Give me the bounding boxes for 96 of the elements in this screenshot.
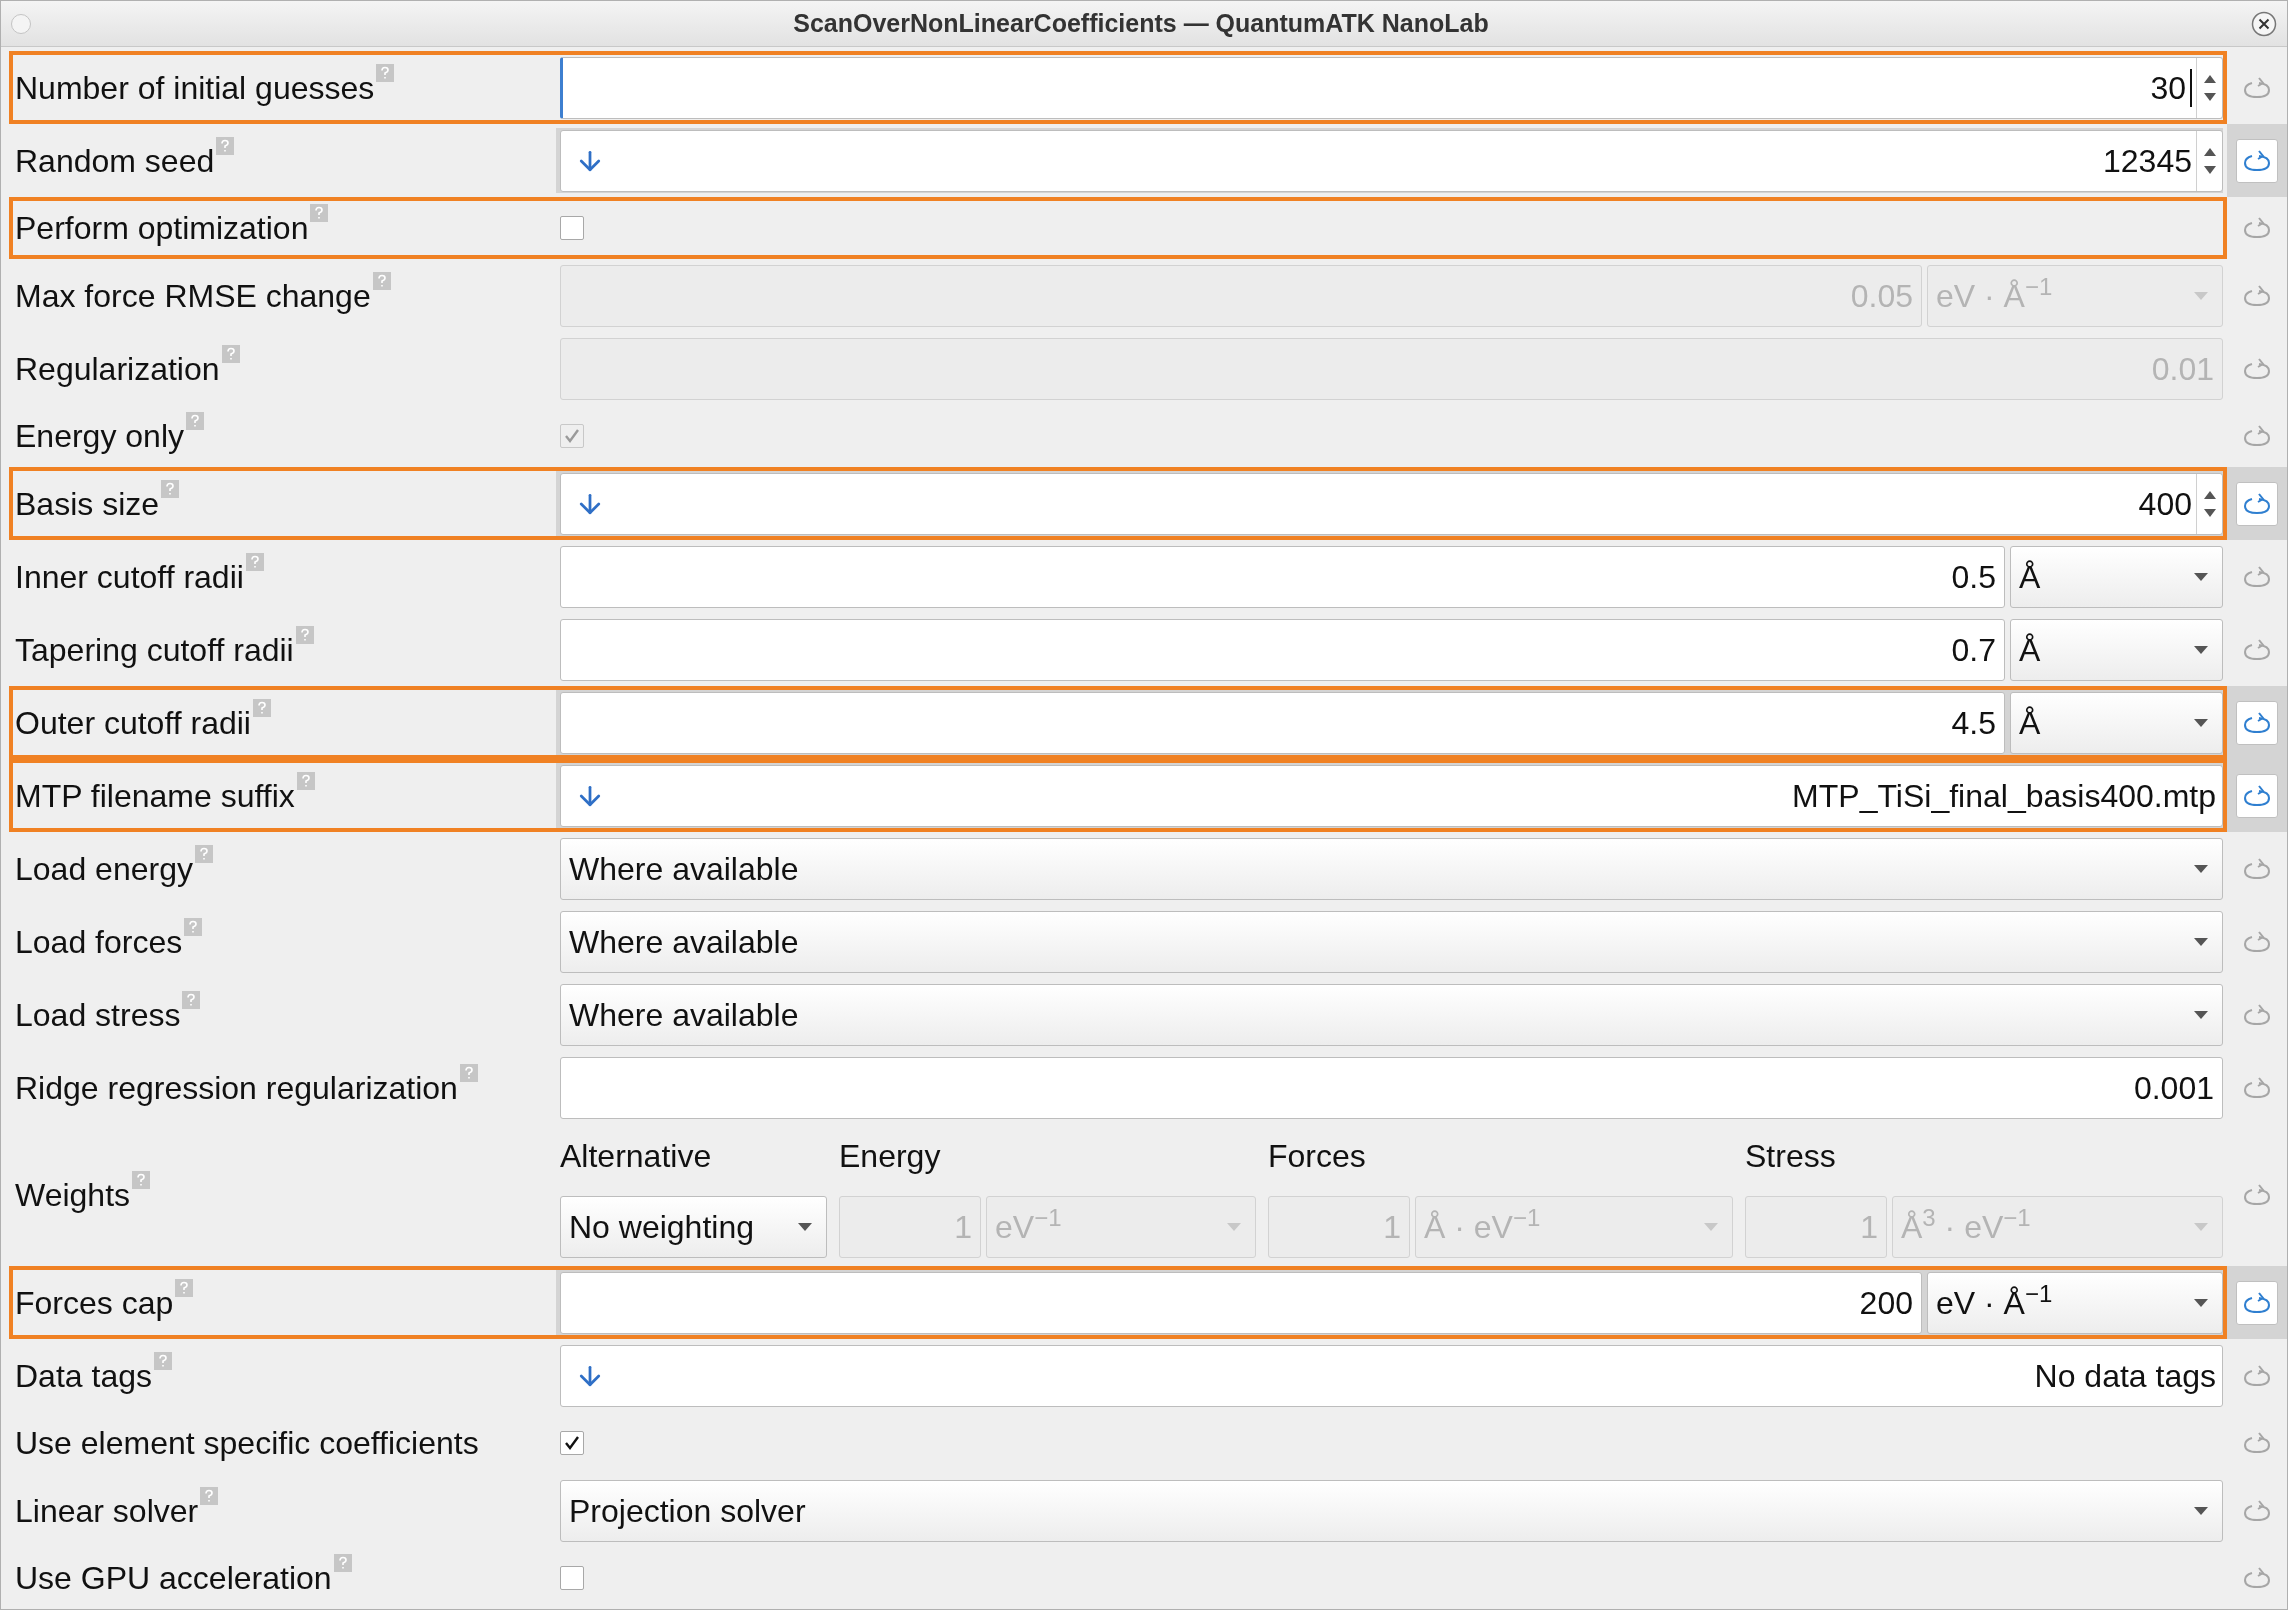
checkmark-icon	[563, 427, 581, 445]
help-icon[interactable]	[194, 844, 213, 863]
help-icon[interactable]	[200, 1486, 219, 1505]
caret-icon	[2194, 937, 2208, 946]
field-label: Basis size	[15, 484, 160, 524]
window-title: ScanOverNonLinearCoefficients — QuantumATK NanoLab	[793, 7, 1489, 39]
field-label: Use element specific coefficients	[15, 1424, 479, 1463]
caret-icon	[2194, 291, 2208, 300]
caret-icon	[798, 1223, 812, 1231]
caret-icon	[1227, 1223, 1241, 1231]
number-field[interactable]: 4.5	[560, 691, 2005, 754]
field-label: Ridge regression regularization	[15, 1068, 458, 1108]
help-icon[interactable]	[252, 698, 271, 717]
help-icon[interactable]	[184, 917, 203, 936]
checkbox[interactable]	[560, 1431, 584, 1455]
help-icon[interactable]	[175, 1278, 194, 1297]
help-icon[interactable]	[296, 771, 315, 790]
unit-dropdown[interactable]: eV · Å$^{−1}$	[1927, 1271, 2223, 1334]
number-field[interactable]: 200	[560, 1271, 1922, 1334]
field-label: Linear solver	[15, 1491, 199, 1531]
field-label: Random seed	[15, 141, 215, 181]
column-header: Forces	[1268, 1137, 1367, 1176]
field-label: Energy only	[15, 417, 184, 456]
reset-icon	[2242, 1430, 2272, 1456]
number-field[interactable]: 400	[560, 472, 2223, 535]
checkbox[interactable]	[560, 216, 584, 240]
reset-button[interactable]	[2236, 138, 2278, 183]
caret-icon	[2194, 1010, 2208, 1019]
unit-dropdown[interactable]: Å	[2010, 691, 2223, 754]
field-label: Perform optimization	[15, 209, 309, 248]
number-field[interactable]: 0.001	[560, 1056, 2223, 1119]
number-field[interactable]: 0.7	[560, 618, 2005, 681]
caret-icon	[2194, 572, 2208, 581]
caret-icon	[2194, 645, 2208, 654]
field-label: Max force RMSE change	[15, 276, 371, 316]
text-field[interactable]: No data tags	[560, 1344, 2223, 1407]
help-icon[interactable]	[161, 479, 180, 498]
text-field[interactable]: MTP_TiSi_final_basis400.mtp	[560, 764, 2223, 827]
caret-icon	[2194, 864, 2208, 873]
help-icon[interactable]	[333, 1554, 352, 1572]
field-label: MTP filename suffix	[15, 776, 295, 816]
field-label: Outer cutoff radii	[15, 703, 251, 743]
checkbox[interactable]	[560, 1566, 584, 1590]
number-field[interactable]: 30	[560, 56, 2223, 119]
reset-icon	[2242, 423, 2272, 449]
reset-button[interactable]	[2236, 773, 2278, 818]
caret-icon	[2194, 1298, 2208, 1307]
dropdown[interactable]: Where available	[560, 837, 2223, 900]
reset-button[interactable]	[2236, 1280, 2278, 1325]
reset-icon	[2242, 1565, 2272, 1591]
column-header: Stress	[1745, 1137, 1837, 1176]
unit-dropdown[interactable]: Å	[2010, 618, 2223, 681]
help-icon[interactable]	[153, 1351, 172, 1370]
reset-icon	[2242, 1182, 2272, 1208]
field-label: Load stress	[15, 995, 181, 1035]
reset-button[interactable]	[2242, 1430, 2272, 1456]
reset-button[interactable]	[2236, 700, 2278, 745]
caret-icon	[2194, 1223, 2208, 1231]
reset-button[interactable]	[2242, 1565, 2272, 1591]
close-icon[interactable]	[2251, 10, 2277, 37]
field-label: Load forces	[15, 922, 183, 962]
field-label: Number of initial guesses	[15, 68, 375, 108]
help-icon[interactable]	[182, 990, 201, 1009]
reset-icon	[2242, 215, 2272, 241]
caret-icon	[2194, 718, 2208, 727]
column-header: Alternative	[560, 1137, 713, 1176]
field-label: Tapering cutoff radii	[15, 630, 294, 670]
reset-button[interactable]	[2236, 481, 2278, 526]
help-icon[interactable]	[459, 1063, 478, 1082]
checkmark-icon	[563, 1434, 581, 1452]
dropdown[interactable]: Projection solver	[560, 1479, 2223, 1542]
dropdown[interactable]: Where available	[560, 910, 2223, 973]
number-field[interactable]: 12345	[560, 129, 2223, 192]
field-label: Inner cutoff radii	[15, 557, 244, 597]
help-icon[interactable]	[216, 136, 235, 155]
reset-button[interactable]	[2242, 1182, 2272, 1208]
column-header: Energy	[839, 1137, 942, 1176]
help-icon[interactable]	[376, 63, 395, 82]
help-icon[interactable]	[295, 625, 314, 644]
help-icon[interactable]	[245, 552, 264, 571]
unit-dropdown[interactable]: Å	[2010, 545, 2223, 608]
field-label: Weights	[15, 1176, 130, 1215]
dropdown[interactable]: No weighting	[560, 1196, 827, 1258]
field-label: Forces cap	[15, 1283, 174, 1323]
caret-icon	[1704, 1223, 1718, 1231]
field-label: Load energy	[15, 849, 193, 889]
dropdown[interactable]: Where available	[560, 983, 2223, 1046]
help-icon[interactable]	[310, 204, 329, 222]
text-cursor	[2190, 68, 2192, 107]
reset-button[interactable]	[2242, 215, 2272, 241]
field-label: Data tags	[15, 1356, 152, 1396]
help-icon[interactable]	[132, 1171, 150, 1189]
field-label: Regularization	[15, 349, 220, 389]
field-label: Use GPU acceleration	[15, 1559, 332, 1598]
caret-icon	[2194, 1506, 2208, 1515]
number-field[interactable]: 0.5	[560, 545, 2005, 608]
